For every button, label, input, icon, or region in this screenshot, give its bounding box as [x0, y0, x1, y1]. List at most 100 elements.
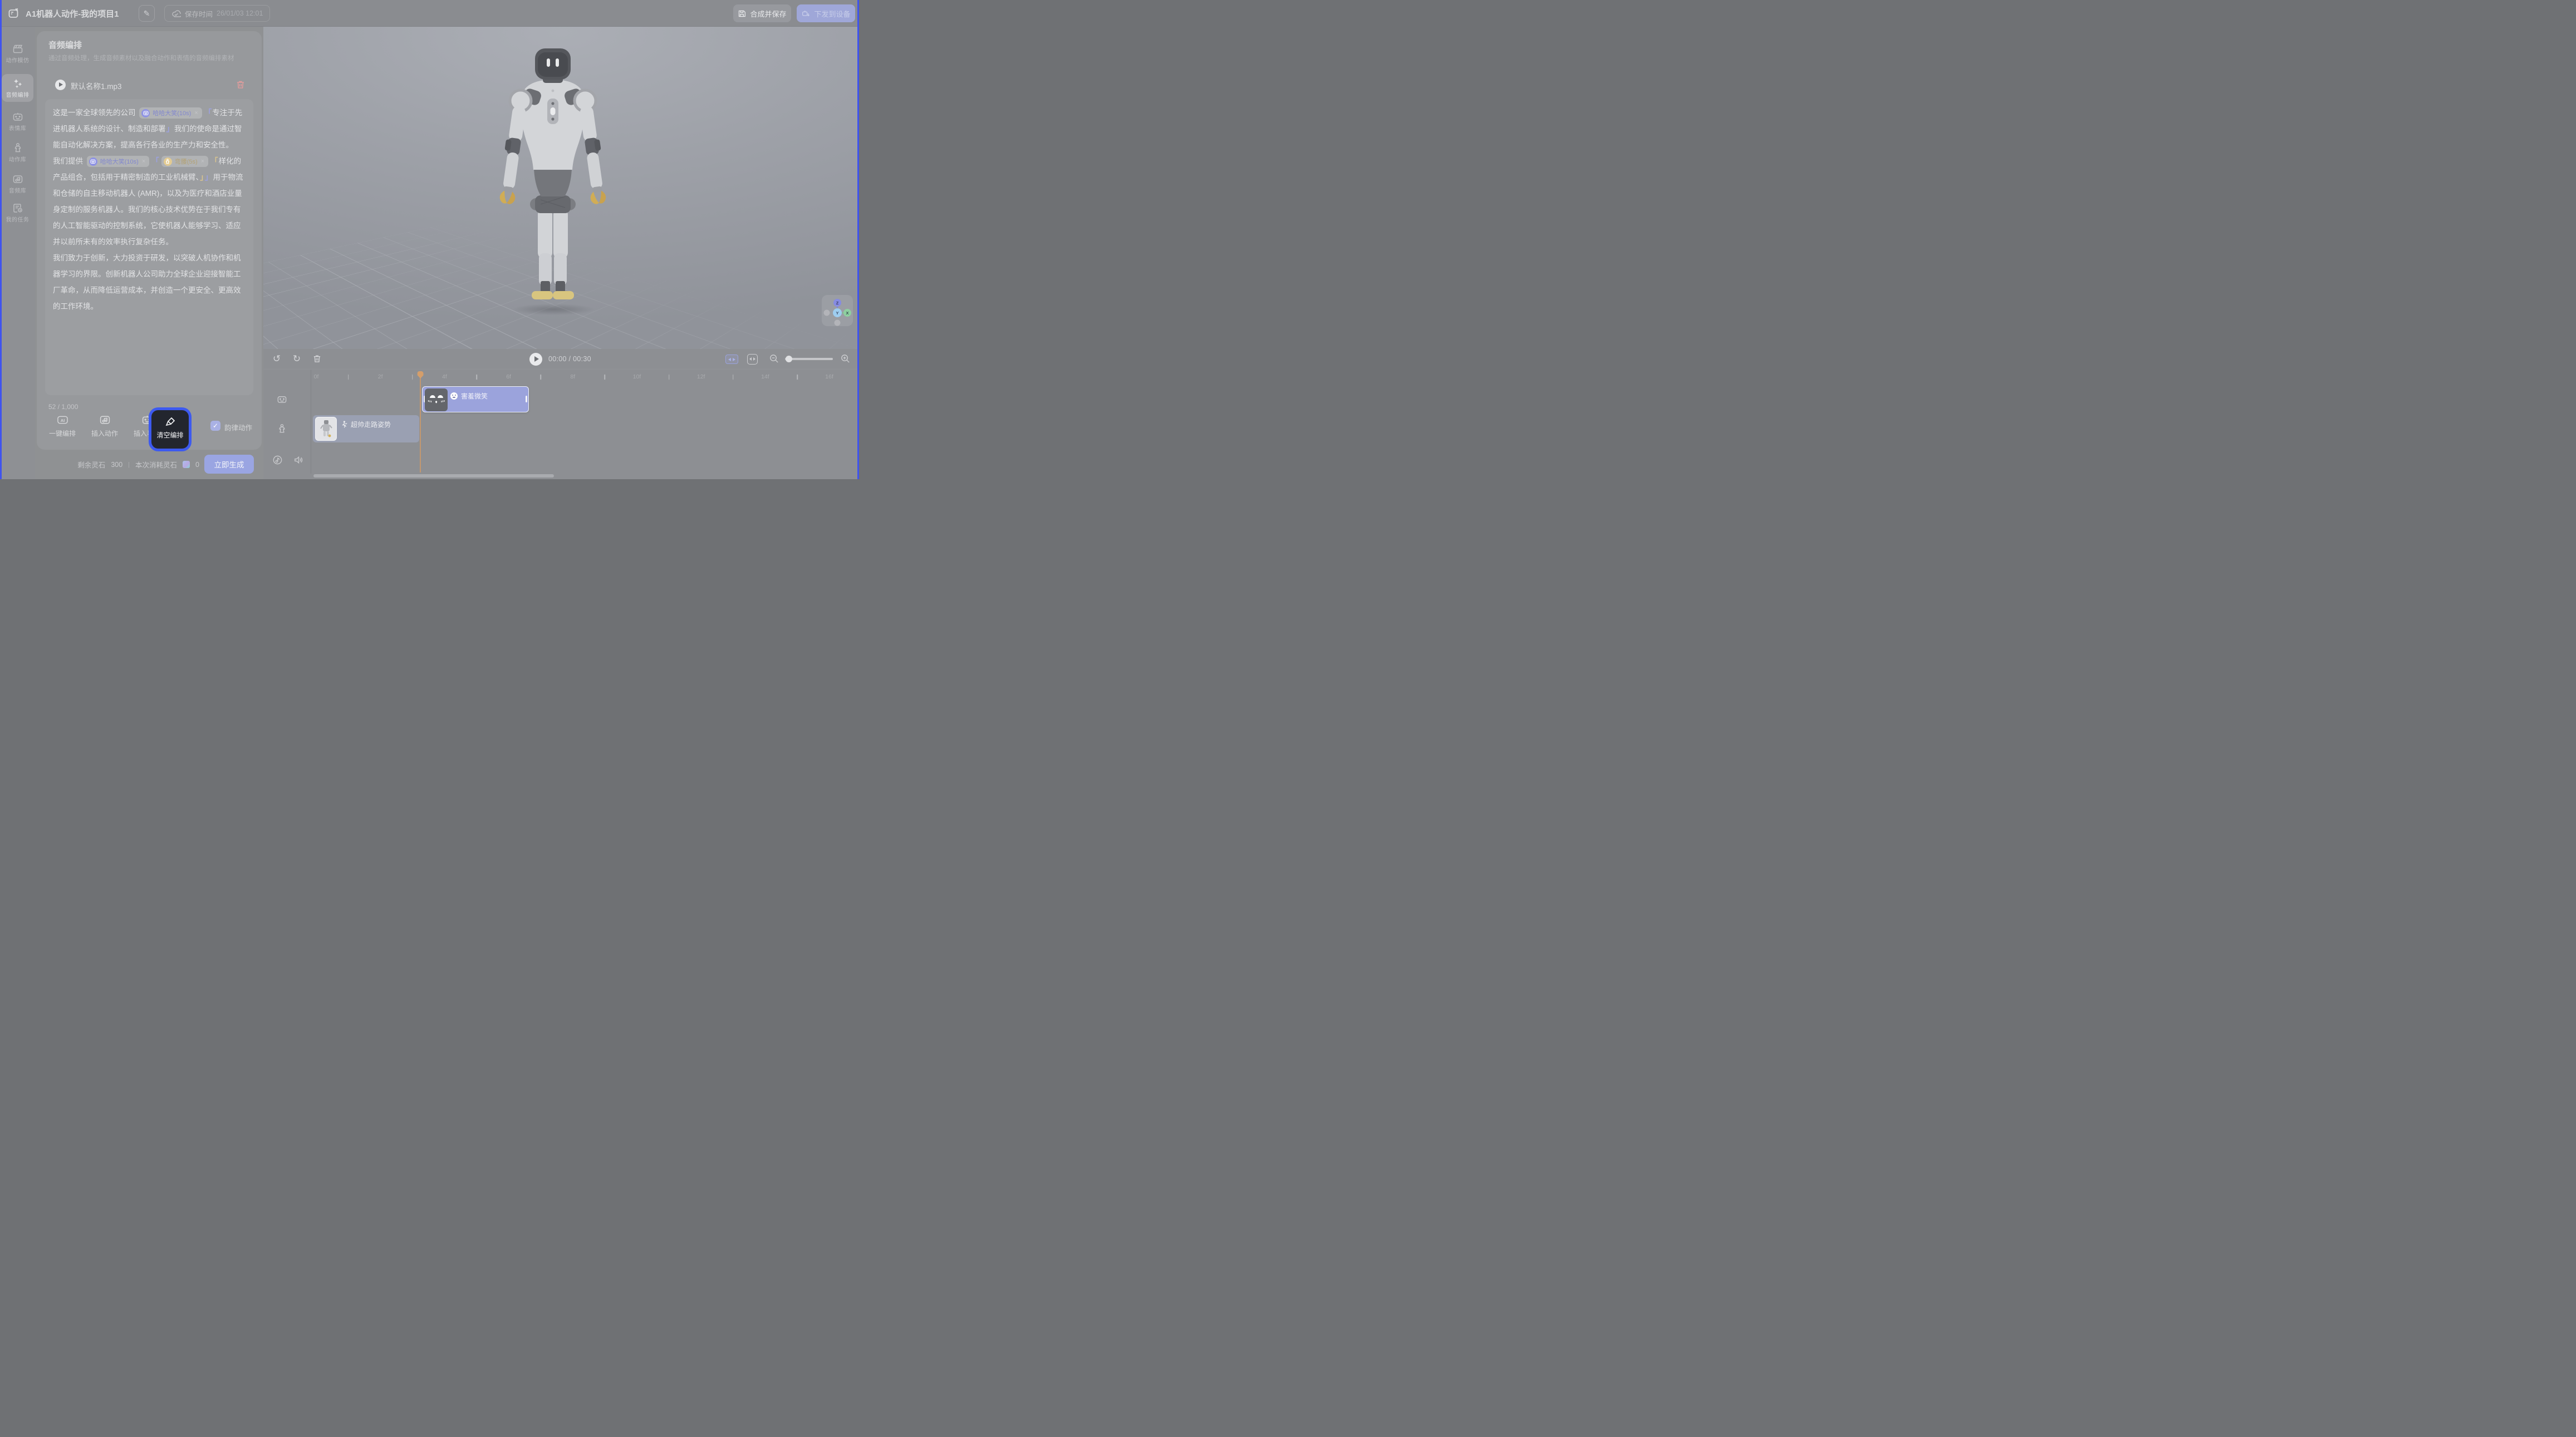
script-editor-content: 这是一家全球领先的公司 哈哈大笑(10s)×「专注于先进机器人系统的设计、制造和… [53, 105, 246, 314]
timeline-toolbar: ↺ ↻ 00:00 / 00:30 [263, 349, 859, 370]
save-time-label: 保存时间 [185, 8, 213, 19]
ruler-tick [540, 375, 541, 380]
cost-gems-label: 本次消耗灵石 [135, 459, 177, 470]
rhythm-motion-checkbox[interactable]: ✓ [210, 421, 220, 431]
playhead-line[interactable] [420, 378, 421, 473]
save-time-value: 26/01/03 12:01 [217, 9, 263, 17]
axis-x-handle[interactable]: X [843, 309, 851, 317]
music-box-icon [99, 414, 111, 426]
timeline-ruler[interactable]: 0f2f4f6f8f10f12f14f16f [263, 370, 859, 385]
expand-clips-icon[interactable] [747, 354, 758, 365]
axis-gizmo[interactable]: Z Y X [822, 295, 853, 326]
music-box-icon [12, 174, 23, 185]
axis-y-handle[interactable]: Y [833, 308, 842, 317]
panel-title: 音频编排 [48, 39, 82, 51]
deploy-device-label: 下发到设备 [814, 8, 850, 19]
highlight-border-left [0, 0, 2, 479]
ruler-tick [348, 375, 349, 380]
sidebar-item-motion-library[interactable]: 动作库 [0, 142, 35, 164]
fit-timeline-icon[interactable] [725, 355, 738, 364]
timeline-zoom-slider[interactable] [785, 358, 833, 360]
quote-bracket: 「 [151, 157, 159, 165]
highlight-border-right [857, 0, 859, 479]
tag-label: 哈哈大笑(10s) [100, 157, 139, 166]
sidebar-item-label: 音频编排 [1, 91, 35, 99]
sidebar-item-label: 表情库 [1, 124, 35, 132]
cloud-saved-icon [171, 9, 181, 18]
audio-file-name: 默认名称1.mp3 [71, 80, 122, 91]
tag-remove-icon[interactable]: × [194, 110, 198, 116]
sparkle-icon [12, 78, 23, 89]
viewport-3d[interactable]: Z Y X [263, 27, 859, 349]
audio-item-row[interactable]: 默认名称1.mp3 [48, 78, 250, 92]
expression-clip[interactable]: 害羞微笑 [422, 386, 529, 412]
ruler-label: 2f [378, 373, 383, 380]
ruler-label: 8f [570, 373, 575, 380]
ruler-label: 14f [761, 373, 769, 380]
quote-bracket: 「 [210, 157, 218, 165]
ruler-tick [733, 375, 734, 380]
expression-tag-icon [141, 109, 150, 117]
ruler-tick [797, 375, 798, 380]
ruler-tick [605, 375, 606, 380]
sidebar-item-my-tasks[interactable]: 我的任务 [0, 203, 35, 224]
action-tag-icon [164, 158, 172, 166]
motion-clip-label: 超帅走路姿势 [351, 420, 391, 429]
delete-audio-icon[interactable] [235, 80, 246, 90]
volume-icon[interactable] [293, 455, 304, 465]
editor-text: 这是一家全球领先的公司 [53, 109, 138, 117]
panel-subtitle: 通过音频处理，生成音频素材以及融合动作和表情的音频编排素材 [48, 54, 252, 63]
zoom-out-icon[interactable] [769, 353, 780, 365]
play-button[interactable] [529, 353, 542, 366]
ruler-tick [412, 375, 413, 380]
insert-motion-button[interactable]: 插入动作 [87, 414, 122, 439]
pencil-icon: ✎ [144, 9, 150, 18]
motion-clip-thumbnail [315, 417, 337, 441]
robot-face-icon [12, 111, 23, 122]
sidebar-item-audio-library[interactable]: 音频库 [0, 174, 35, 195]
motion-clip[interactable]: 超帅走路姿势 [313, 415, 419, 442]
sidebar-item-label: 动作模仿 [1, 56, 35, 64]
action-tag[interactable]: 弯腰(5s)× [161, 156, 208, 167]
remaining-gems-value: 300 [111, 461, 122, 469]
undo-icon[interactable]: ↺ [271, 353, 282, 365]
expression-tag[interactable]: 哈哈大笑(10s)× [87, 156, 150, 167]
motion-track-icon [277, 424, 287, 434]
person-icon [12, 142, 23, 154]
redo-icon[interactable]: ↻ [291, 353, 302, 365]
zoom-in-icon[interactable] [840, 353, 851, 365]
deploy-device-button[interactable]: 下发到设备 [797, 4, 855, 22]
sidebar-item-motion-mimic[interactable]: 动作模仿 [0, 43, 35, 65]
sidebar-item-label: 动作库 [1, 155, 35, 163]
gem-icon [183, 461, 190, 468]
remaining-gems-label: 剩余灵石 [77, 459, 105, 470]
tag-remove-icon[interactable]: × [201, 158, 204, 165]
svg-text:AI: AI [60, 418, 65, 423]
quote-bracket: 」 [166, 125, 174, 133]
button-label: 立即生成 [214, 459, 244, 470]
expression-tag[interactable]: 哈哈大笑(10s)× [139, 107, 202, 119]
slider-knob[interactable] [786, 356, 792, 362]
clear-arrange-button[interactable]: 清空编排 [151, 410, 189, 449]
script-editor[interactable]: 这是一家全球领先的公司 哈哈大笑(10s)×「专注于先进机器人系统的设计、制造和… [45, 99, 253, 395]
sidebar-item-label: 音频库 [1, 186, 35, 194]
axis-z-handle[interactable]: Z [833, 299, 841, 307]
ruler-tick [476, 375, 477, 380]
tasks-icon [12, 203, 23, 214]
save-time-badge: 保存时间 26/01/03 12:01 [164, 5, 270, 22]
ruler-label: 16f [825, 373, 833, 380]
footer-divider: | [128, 461, 130, 468]
synthesize-save-button[interactable]: 合成并保存 [733, 4, 791, 22]
sidebar-item-expression-library[interactable]: 表情库 [0, 111, 35, 132]
play-audio-icon[interactable] [55, 80, 66, 90]
sidebar-item-audio-arrange[interactable]: 音频编排 [0, 78, 35, 99]
one-click-arrange-button[interactable]: AI 一键编排 [45, 414, 80, 439]
tag-remove-icon[interactable]: × [142, 158, 145, 165]
delete-clip-icon[interactable] [311, 354, 322, 365]
timeline-horizontal-scrollbar[interactable] [313, 474, 554, 478]
rename-button[interactable]: ✎ [139, 5, 155, 22]
generate-now-button[interactable]: 立即生成 [204, 455, 254, 474]
robot-model[interactable] [469, 47, 636, 309]
rhythm-motion-label: 韵律动作 [224, 422, 252, 432]
expression-track-icon [277, 394, 287, 405]
